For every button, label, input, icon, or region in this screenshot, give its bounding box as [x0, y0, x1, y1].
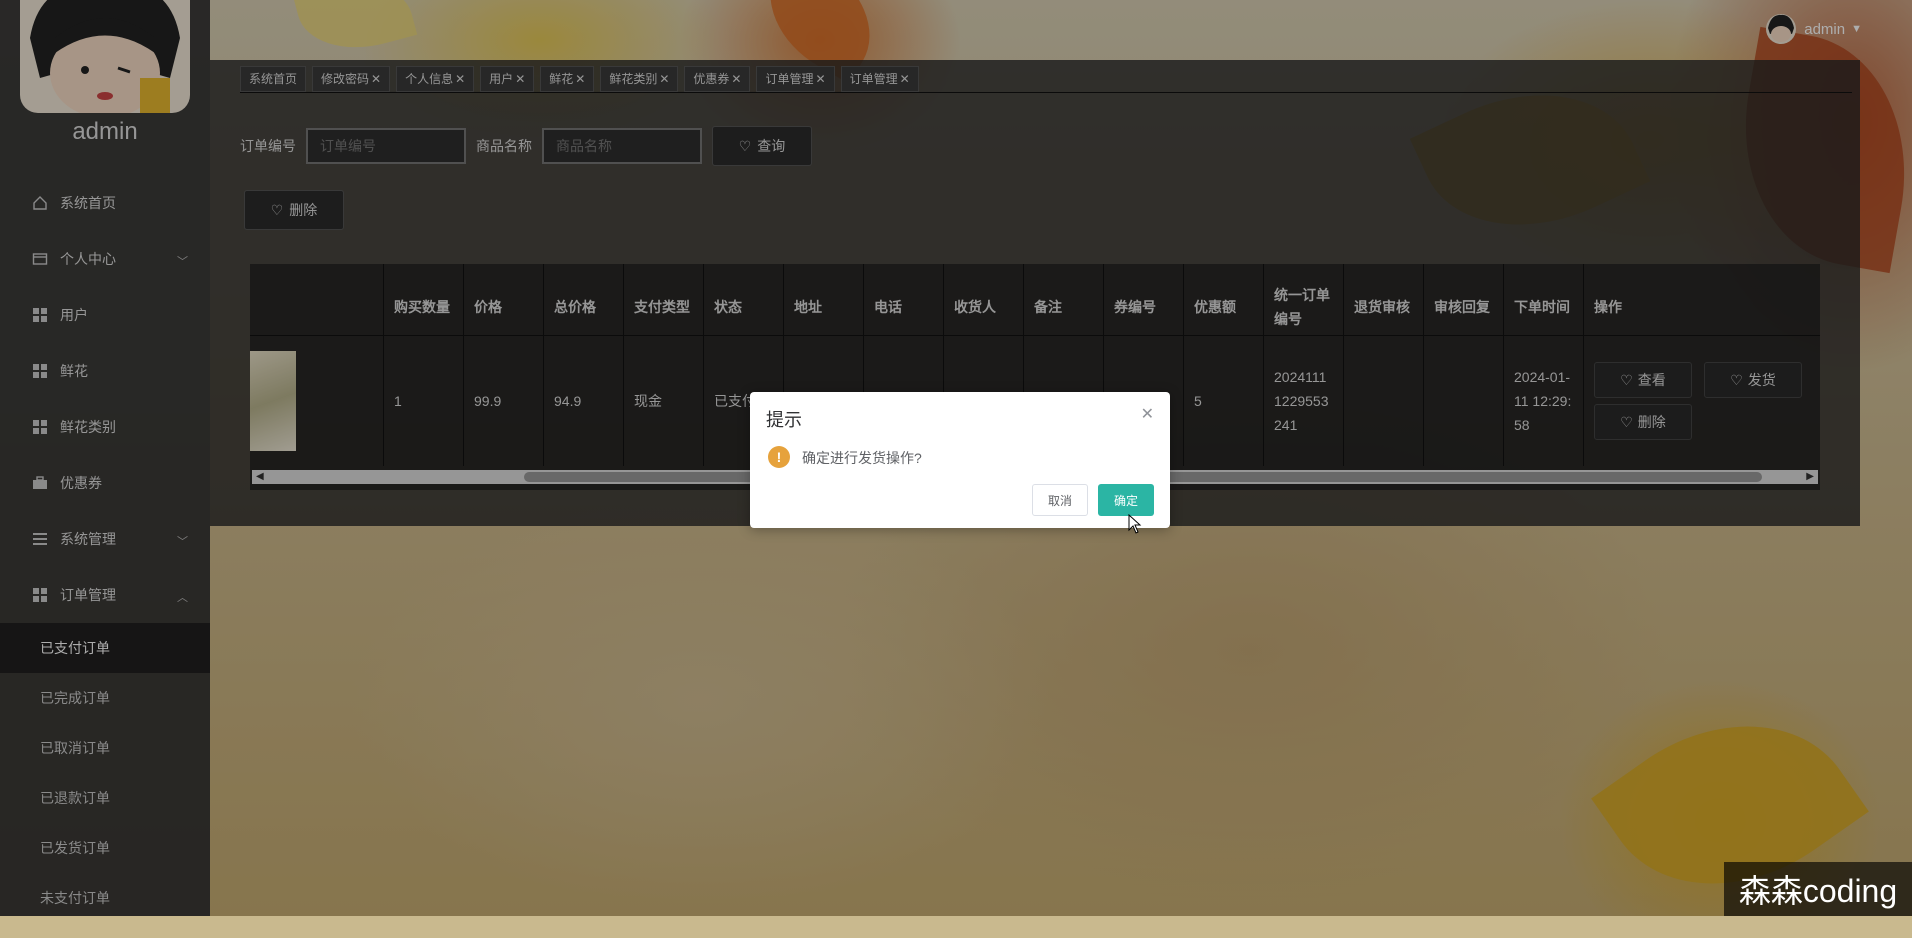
- confirm-dialog: 提示 ✕ ! 确定进行发货操作? 取消 确定: [750, 392, 1170, 528]
- cancel-button[interactable]: 取消: [1032, 484, 1088, 516]
- close-icon[interactable]: ✕: [1141, 404, 1154, 424]
- mouse-cursor-icon: [1128, 513, 1142, 537]
- dialog-message: 确定进行发货操作?: [802, 450, 922, 466]
- dialog-title: 提示: [766, 410, 802, 430]
- warning-icon: !: [768, 446, 790, 468]
- confirm-button[interactable]: 确定: [1098, 484, 1154, 516]
- watermark: 森森coding: [1724, 862, 1912, 916]
